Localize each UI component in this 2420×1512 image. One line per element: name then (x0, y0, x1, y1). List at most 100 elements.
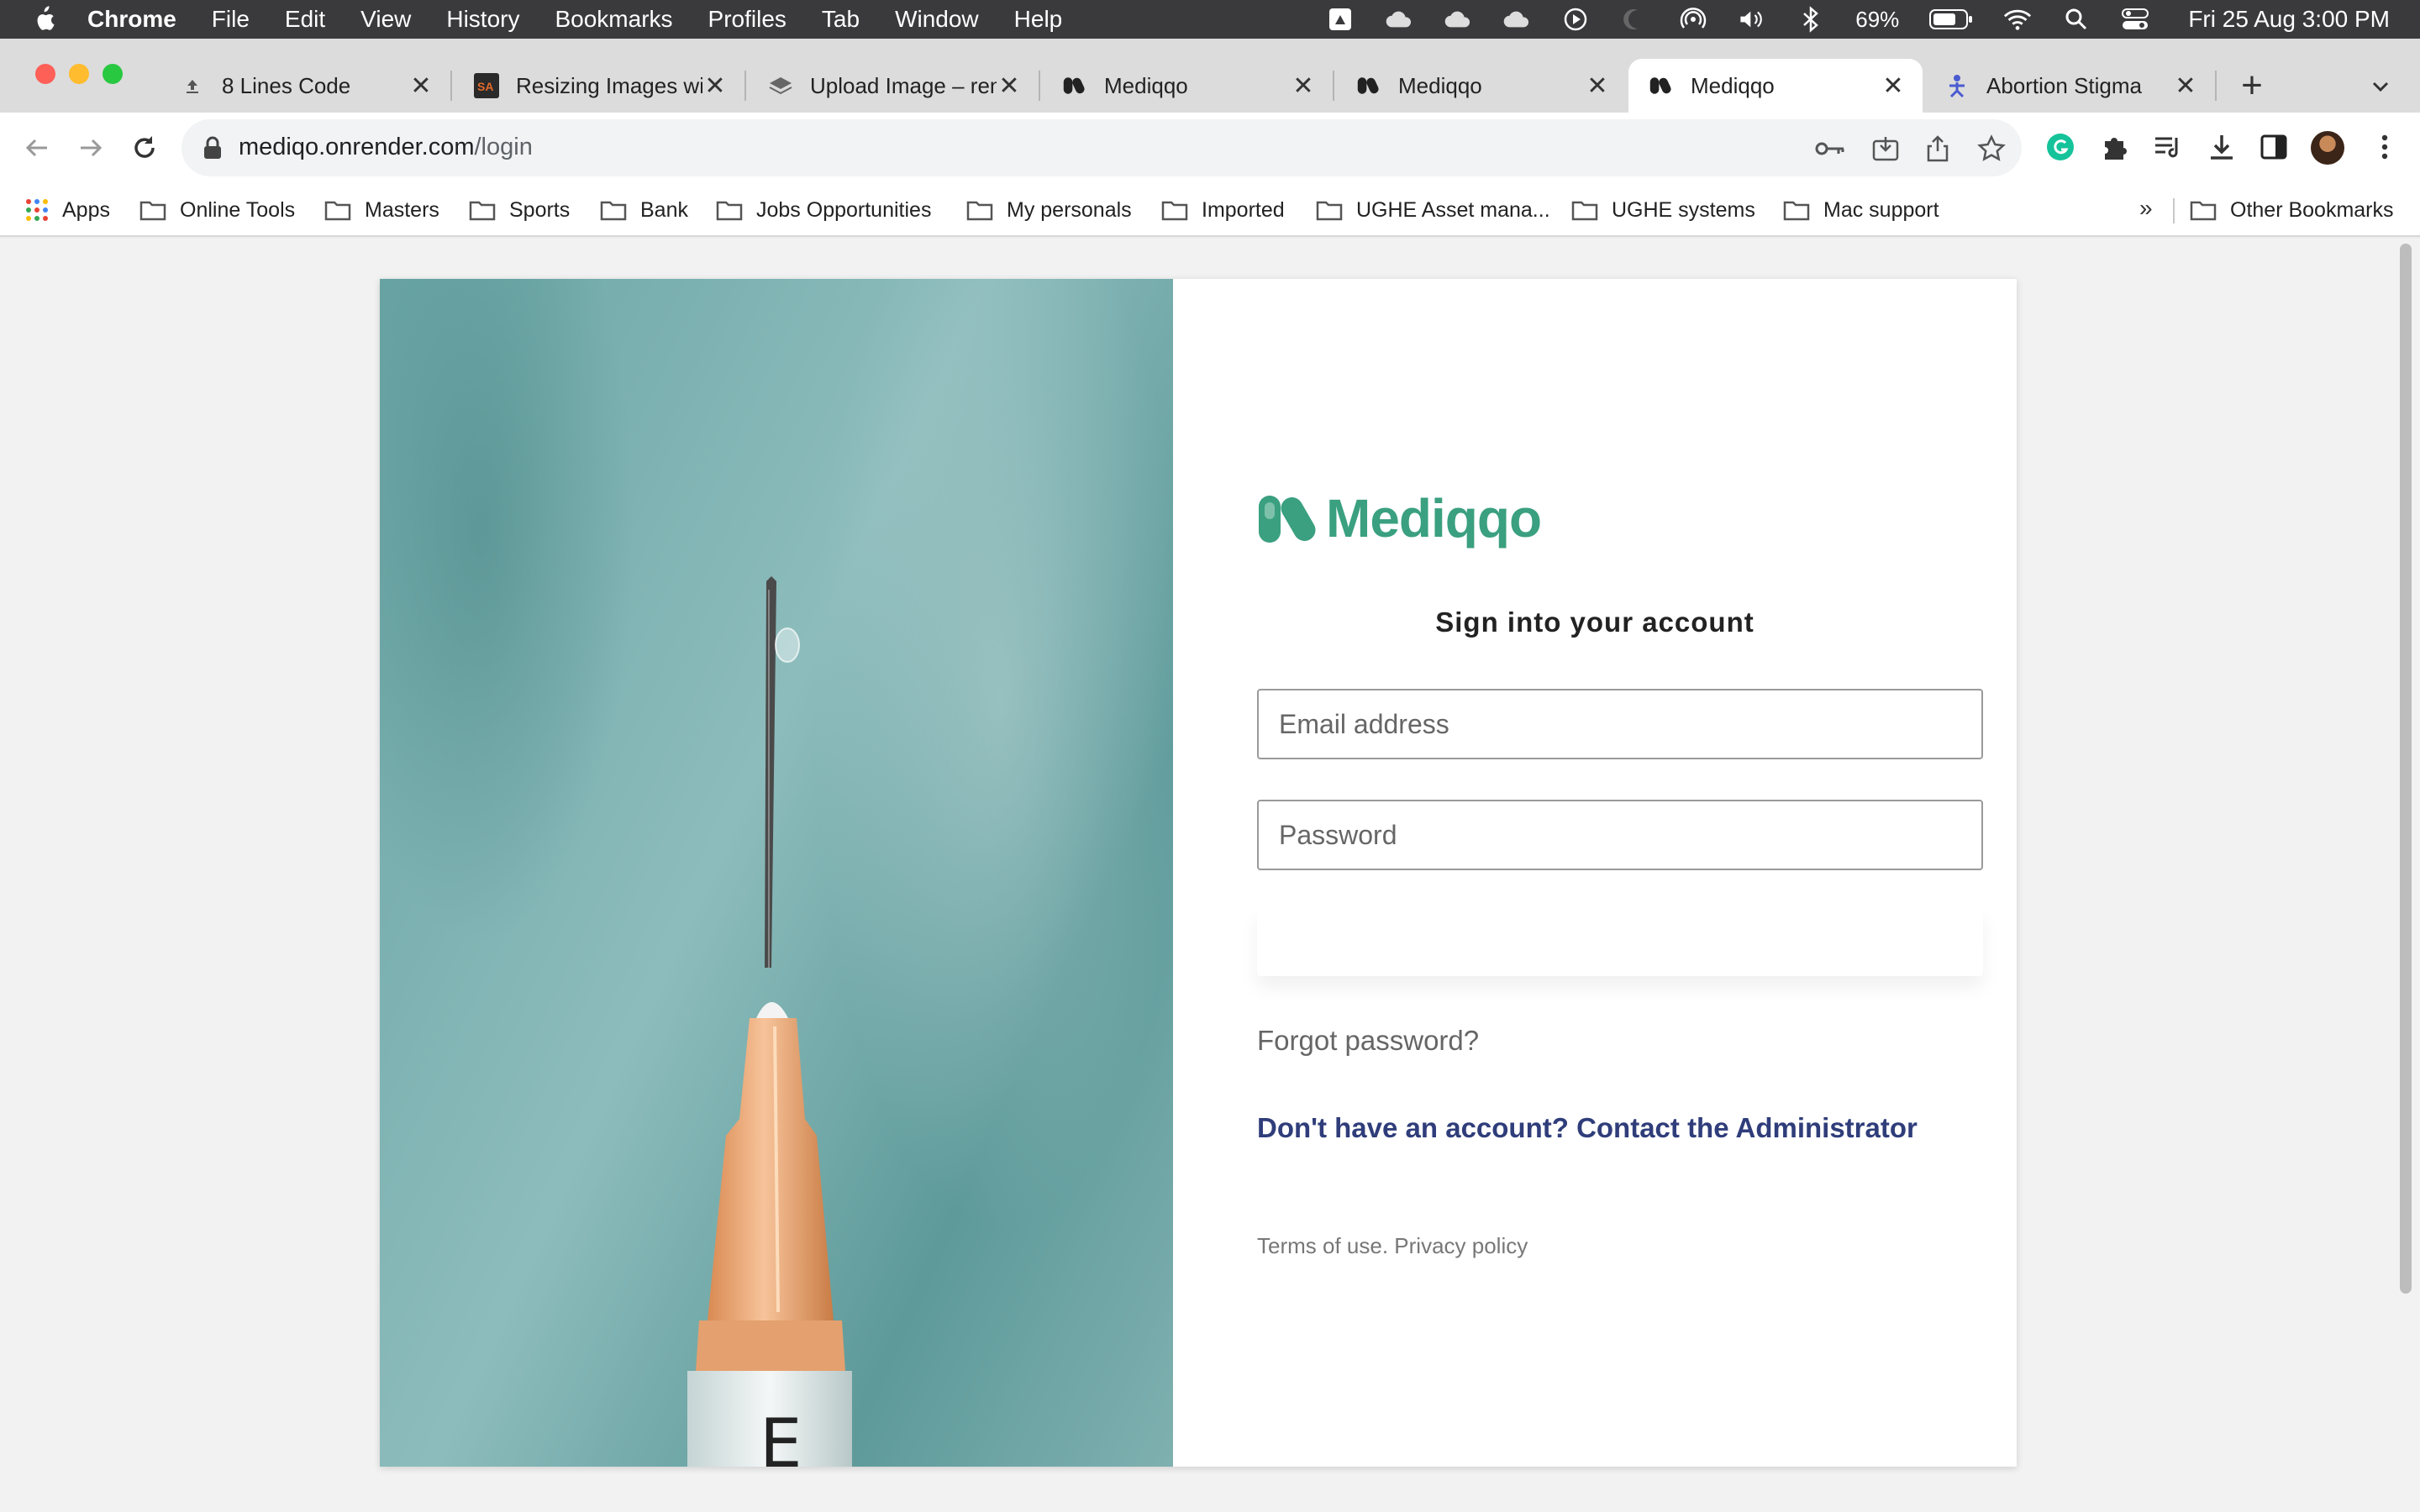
figure-icon (1944, 73, 1970, 98)
privacy-link[interactable]: Privacy policy (1394, 1233, 1528, 1258)
menu-view[interactable]: View (360, 6, 411, 33)
bookmark-folder[interactable]: My personals (966, 193, 1132, 227)
close-tab-icon[interactable]: ✕ (997, 72, 1022, 100)
login-form: Mediqqo Sign into your account Forgot pa… (1173, 279, 2017, 1467)
new-tab-button[interactable]: + (2235, 67, 2269, 104)
close-tab-icon[interactable]: ✕ (1881, 72, 1906, 100)
password-field[interactable] (1257, 800, 1983, 870)
bookmark-folder[interactable]: UGHE Asset mana... (1316, 193, 1550, 227)
bookmark-folder[interactable]: Jobs Opportunities (716, 193, 931, 227)
url-path: /login (474, 134, 533, 160)
control-center-icon[interactable] (2121, 5, 2149, 34)
menu-profiles[interactable]: Profiles (708, 6, 786, 33)
airdrop-icon[interactable] (1679, 5, 1707, 34)
browser-tab[interactable]: Mediqqo ✕ (1042, 59, 1333, 113)
grammarly-icon[interactable] (2044, 130, 2077, 164)
lock-icon[interactable] (202, 136, 224, 160)
battery-percentage: 69% (1855, 6, 1900, 32)
bookmark-folder[interactable]: Online Tools (139, 193, 295, 227)
email-field[interactable] (1257, 689, 1983, 759)
zoom-window-button[interactable] (103, 64, 123, 84)
menu-window[interactable]: Window (895, 6, 979, 33)
close-tab-icon[interactable]: ✕ (702, 72, 728, 100)
tab-title: Resizing Images wi (516, 72, 702, 98)
browser-tab[interactable]: 8 Lines Code ✕ (160, 59, 450, 113)
bookmark-folder[interactable]: Imported (1161, 193, 1285, 227)
folder-icon (1783, 201, 1810, 221)
menu-bookmarks[interactable]: Bookmarks (555, 6, 672, 33)
reload-icon[interactable] (126, 129, 163, 166)
sign-in-button[interactable] (1257, 907, 1983, 976)
svg-text:SA: SA (477, 80, 493, 93)
tab-divider (1333, 71, 1334, 101)
install-app-icon[interactable] (1870, 134, 1901, 164)
chevron-down-icon[interactable] (2368, 74, 2396, 102)
terms-link[interactable]: Terms of use. (1257, 1233, 1388, 1258)
battery-icon[interactable] (1929, 5, 1973, 34)
apple-icon[interactable] (32, 6, 57, 33)
menu-history[interactable]: History (446, 6, 519, 33)
close-tab-icon[interactable]: ✕ (1291, 72, 1316, 100)
menu-edit[interactable]: Edit (285, 6, 325, 33)
contact-admin-link[interactable]: Don't have an account? Contact the Admin… (1257, 1112, 1918, 1144)
drive-icon[interactable] (1326, 5, 1355, 34)
forward-arrow-icon[interactable] (72, 129, 109, 166)
tab-title: 8 Lines Code (222, 72, 351, 98)
bookmark-folder[interactable]: Sports (469, 193, 570, 227)
moon-icon[interactable] (1620, 5, 1649, 34)
download-icon[interactable] (2205, 130, 2238, 164)
tab-title: Mediqqo (1691, 72, 1775, 98)
menu-app-name[interactable]: Chrome (87, 6, 176, 33)
folder-icon (600, 201, 627, 221)
address-bar[interactable]: mediqo.onrender.com/login (182, 119, 2022, 176)
media-queue-icon[interactable] (2151, 130, 2185, 164)
profile-avatar[interactable] (2311, 131, 2344, 165)
folder-icon (1316, 201, 1343, 221)
close-tab-icon[interactable]: ✕ (2173, 72, 2198, 100)
bluetooth-icon[interactable] (1797, 5, 1825, 34)
apps-grid-icon (25, 198, 49, 222)
side-panel-icon[interactable] (2257, 130, 2291, 164)
folder-icon (716, 201, 743, 221)
minimize-window-button[interactable] (69, 64, 89, 84)
wifi-icon[interactable] (2003, 5, 2032, 34)
cloud-icon[interactable] (1502, 5, 1531, 34)
menu-tab[interactable]: Tab (822, 6, 860, 33)
key-icon[interactable] (1815, 134, 1845, 164)
menu-help[interactable]: Help (1014, 6, 1063, 33)
volume-icon[interactable] (1738, 5, 1766, 34)
sa-favicon: SA (474, 73, 499, 98)
page-scrollbar[interactable] (2400, 244, 2412, 1294)
close-window-button[interactable] (35, 64, 55, 84)
bookmark-apps[interactable]: Apps (25, 193, 110, 227)
cloud-icon[interactable] (1444, 5, 1472, 34)
browser-tab[interactable]: SA Resizing Images wi ✕ (454, 59, 744, 113)
url-host: mediqo.onrender.com (239, 134, 475, 160)
browser-tab[interactable]: Mediqqo ✕ (1336, 59, 1627, 113)
play-circle-icon[interactable] (1561, 5, 1590, 34)
bookmark-folder[interactable]: Bank (600, 193, 688, 227)
extensions-puzzle-icon[interactable] (2097, 130, 2131, 164)
bookmarks-overflow-button[interactable]: » (2139, 195, 2153, 222)
browser-tab-active[interactable]: Mediqqo ✕ (1628, 59, 1923, 113)
cloud-icon[interactable] (1385, 5, 1413, 34)
share-icon[interactable] (1923, 134, 1953, 164)
menu-file[interactable]: File (212, 6, 250, 33)
bookmark-star-icon[interactable] (1976, 134, 2007, 164)
more-menu-icon[interactable] (2368, 130, 2402, 164)
bookmark-folder[interactable]: Masters (324, 193, 439, 227)
bookmark-label: My personals (1007, 197, 1132, 222)
bookmark-other[interactable]: Other Bookmarks (2190, 193, 2394, 227)
back-arrow-icon[interactable] (18, 129, 55, 166)
close-tab-icon[interactable]: ✕ (1585, 72, 1610, 100)
bookmark-folder[interactable]: Mac support (1783, 193, 1939, 227)
folder-icon (324, 201, 351, 221)
tab-divider (744, 71, 746, 101)
bookmark-folder[interactable]: UGHE systems (1571, 193, 1755, 227)
menubar-clock[interactable]: Fri 25 Aug 3:00 PM (2188, 6, 2390, 33)
forgot-password-link[interactable]: Forgot password? (1257, 1025, 1479, 1057)
spotlight-search-icon[interactable] (2062, 5, 2091, 34)
close-tab-icon[interactable]: ✕ (408, 72, 434, 100)
browser-tab[interactable]: Abortion Stigma ✕ (1924, 59, 2215, 113)
browser-tab[interactable]: Upload Image – ren ✕ (748, 59, 1039, 113)
